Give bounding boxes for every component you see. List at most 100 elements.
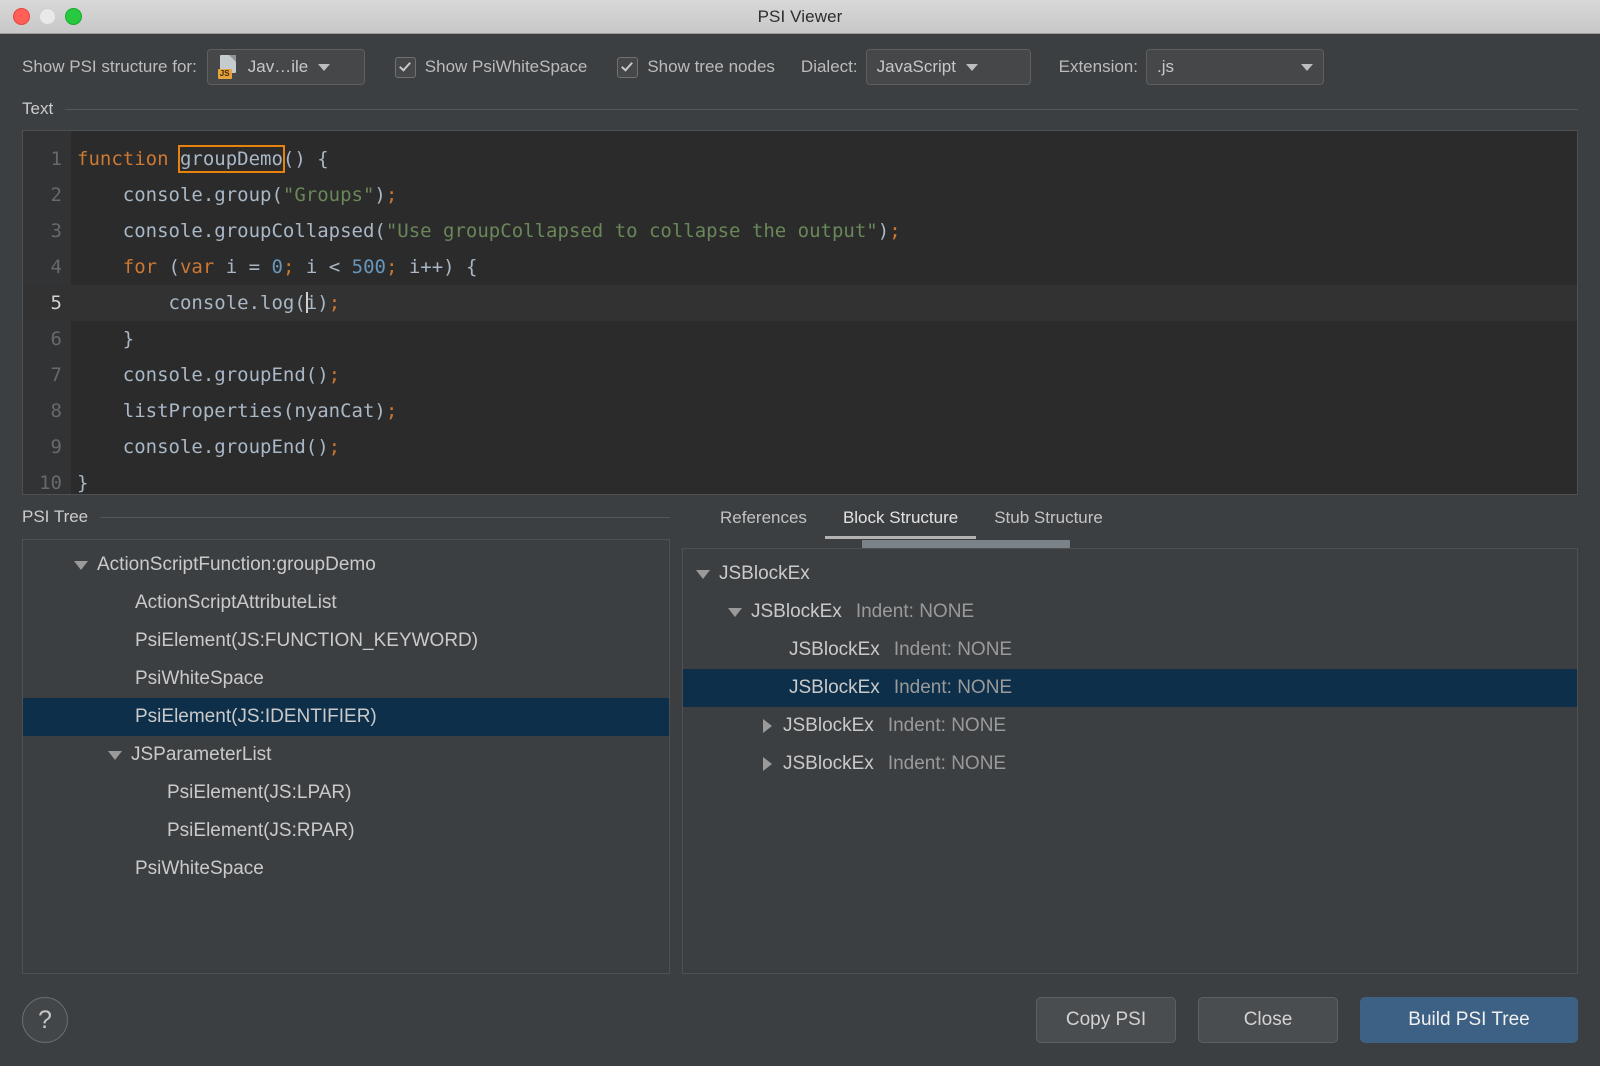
code-line-4: for (var i = 0; i < 500; i++) { <box>71 249 1577 285</box>
psi-tree-row-label: ActionScriptAttributeList <box>135 584 337 622</box>
show-tree-nodes-label: Show tree nodes <box>647 57 775 77</box>
block-structure-list[interactable]: JSBlockEx JSBlockEx Indent: NONE JSBlock… <box>682 548 1578 974</box>
editor-content[interactable]: function groupDemo() { console.group("Gr… <box>71 131 1577 494</box>
chevron-down-icon[interactable] <box>725 608 745 617</box>
psi-tree-row-label: PsiWhiteSpace <box>135 850 264 888</box>
dialect-combo[interactable]: JavaScript <box>866 49 1031 85</box>
code-line-9: console.groupEnd(); <box>71 429 1577 465</box>
chevron-down-icon[interactable] <box>693 570 713 579</box>
code-text: console.groupEnd() <box>77 436 329 458</box>
code-line-6: } <box>71 321 1577 357</box>
chevron-right-icon[interactable] <box>757 757 777 771</box>
psi-tree-row[interactable]: PsiElement(JS:FUNCTION_KEYWORD) <box>23 622 669 660</box>
block-structure-row-label: JSBlockEx <box>789 669 880 707</box>
tab-block-structure[interactable]: Block Structure <box>825 508 976 539</box>
chevron-down-icon <box>318 64 330 71</box>
chevron-down-icon[interactable] <box>105 751 125 760</box>
line-number: 1 <box>23 141 71 177</box>
section-divider <box>100 517 670 518</box>
show-tree-nodes-checkbox[interactable]: Show tree nodes <box>617 57 775 78</box>
highlighted-identifier: groupDemo <box>180 147 283 171</box>
psi-tree-row[interactable]: PsiElement(JS:RPAR) <box>23 812 669 850</box>
code-line-5: console.log(i); <box>71 285 1577 321</box>
code-line-1: function groupDemo() { <box>71 141 1577 177</box>
psi-tree-row[interactable]: JSParameterList <box>23 736 669 774</box>
block-structure-row-indent: Indent: NONE <box>894 631 1012 669</box>
code-line-8: listProperties(nyanCat); <box>71 393 1577 429</box>
build-psi-tree-button[interactable]: Build PSI Tree <box>1360 997 1578 1043</box>
dialect-combo-value: JavaScript <box>877 57 956 77</box>
code-text: ; <box>329 436 340 458</box>
block-structure-row[interactable]: JSBlockEx Indent: NONE <box>683 593 1577 631</box>
code-text <box>77 256 123 278</box>
psi-tree-row-label: JSParameterList <box>131 736 271 774</box>
show-psiwhitespace-checkbox[interactable]: Show PsiWhiteSpace <box>395 57 588 78</box>
main-split: PSI Tree ActionScriptFunction:groupDemo … <box>0 495 1600 974</box>
title-bar: PSI Viewer <box>0 0 1600 34</box>
dialect-label: Dialect: <box>801 57 858 77</box>
extension-combo[interactable]: .js <box>1146 49 1324 85</box>
code-text: console.group( <box>77 184 283 206</box>
block-structure-row-indent: Indent: NONE <box>888 707 1006 745</box>
code-text: ; <box>386 256 397 278</box>
block-structure-row-label: JSBlockEx <box>751 593 842 631</box>
text-section-label: Text <box>22 99 65 119</box>
close-button[interactable]: Close <box>1198 997 1338 1043</box>
code-text: ; <box>889 220 900 242</box>
psi-tree-row[interactable]: PsiWhiteSpace <box>23 850 669 888</box>
line-number: 3 <box>23 213 71 249</box>
psi-tree-row-selected[interactable]: PsiElement(JS:IDENTIFIER) <box>23 698 669 736</box>
chevron-down-icon <box>1301 64 1313 71</box>
code-text: ; <box>386 400 397 422</box>
block-structure-row[interactable]: JSBlockEx Indent: NONE <box>683 707 1577 745</box>
code-text: console.groupCollapsed( <box>77 220 386 242</box>
extension-combo-value: .js <box>1157 57 1174 77</box>
help-button[interactable]: ? <box>22 997 68 1043</box>
psi-tree-row-label: PsiElement(JS:IDENTIFIER) <box>135 698 377 736</box>
block-structure-row-label: JSBlockEx <box>789 631 880 669</box>
code-editor[interactable]: 1 2 3 4 5 6 7 8 9 10 function groupDemo(… <box>22 130 1578 495</box>
code-text: i < <box>294 256 351 278</box>
keyword-function: function <box>77 148 169 170</box>
psi-tree-row[interactable]: ActionScriptFunction:groupDemo <box>23 546 669 584</box>
text-section-header: Text <box>0 99 1600 119</box>
tab-stub-structure[interactable]: Stub Structure <box>976 508 1121 539</box>
chevron-right-icon[interactable] <box>757 719 777 733</box>
code-text: i <box>306 292 317 314</box>
block-structure-row-selected[interactable]: JSBlockEx Indent: NONE <box>683 669 1577 707</box>
block-structure-row[interactable]: JSBlockEx Indent: NONE <box>683 631 1577 669</box>
scrollbar-thumb[interactable] <box>862 540 1070 548</box>
psi-tree-pane: PSI Tree ActionScriptFunction:groupDemo … <box>22 495 670 974</box>
show-psiwhitespace-label: Show PsiWhiteSpace <box>425 57 588 77</box>
line-number-current: 5 <box>23 285 71 321</box>
code-line-2: console.group("Groups"); <box>71 177 1577 213</box>
number-literal: 0 <box>272 256 283 278</box>
block-structure-row[interactable]: JSBlockEx <box>683 555 1577 593</box>
code-line-3: console.groupCollapsed("Use groupCollaps… <box>71 213 1577 249</box>
code-text: console.log( <box>77 292 306 314</box>
psi-tree-list[interactable]: ActionScriptFunction:groupDemo ActionScr… <box>22 539 670 974</box>
code-text: i = <box>214 256 271 278</box>
line-number: 4 <box>23 249 71 285</box>
psi-tree-row[interactable]: ActionScriptAttributeList <box>23 584 669 622</box>
psi-tree-row[interactable]: PsiWhiteSpace <box>23 660 669 698</box>
code-text: ( <box>157 256 180 278</box>
psi-tree-header: PSI Tree <box>22 495 670 539</box>
copy-psi-button[interactable]: Copy PSI <box>1036 997 1176 1043</box>
window-title: PSI Viewer <box>0 7 1600 27</box>
show-psi-structure-label: Show PSI structure for: <box>22 57 197 77</box>
code-line-7: console.groupEnd(); <box>71 357 1577 393</box>
structure-tabs: References Block Structure Stub Structur… <box>682 495 1578 539</box>
horizontal-scrollbar[interactable] <box>682 539 1578 548</box>
section-divider <box>65 109 1578 110</box>
psi-tree-row[interactable]: PsiElement(JS:LPAR) <box>23 774 669 812</box>
psi-tree-row-label: ActionScriptFunction:groupDemo <box>97 546 376 584</box>
structure-pane: References Block Structure Stub Structur… <box>682 495 1578 974</box>
block-structure-row[interactable]: JSBlockEx Indent: NONE <box>683 745 1577 783</box>
chevron-down-icon[interactable] <box>71 561 91 570</box>
javascript-file-icon: JS <box>218 55 240 79</box>
tab-references[interactable]: References <box>702 508 825 539</box>
block-structure-row-label: JSBlockEx <box>783 707 874 745</box>
file-type-combo[interactable]: JS Jav…ile <box>207 49 365 85</box>
extension-label: Extension: <box>1059 57 1138 77</box>
